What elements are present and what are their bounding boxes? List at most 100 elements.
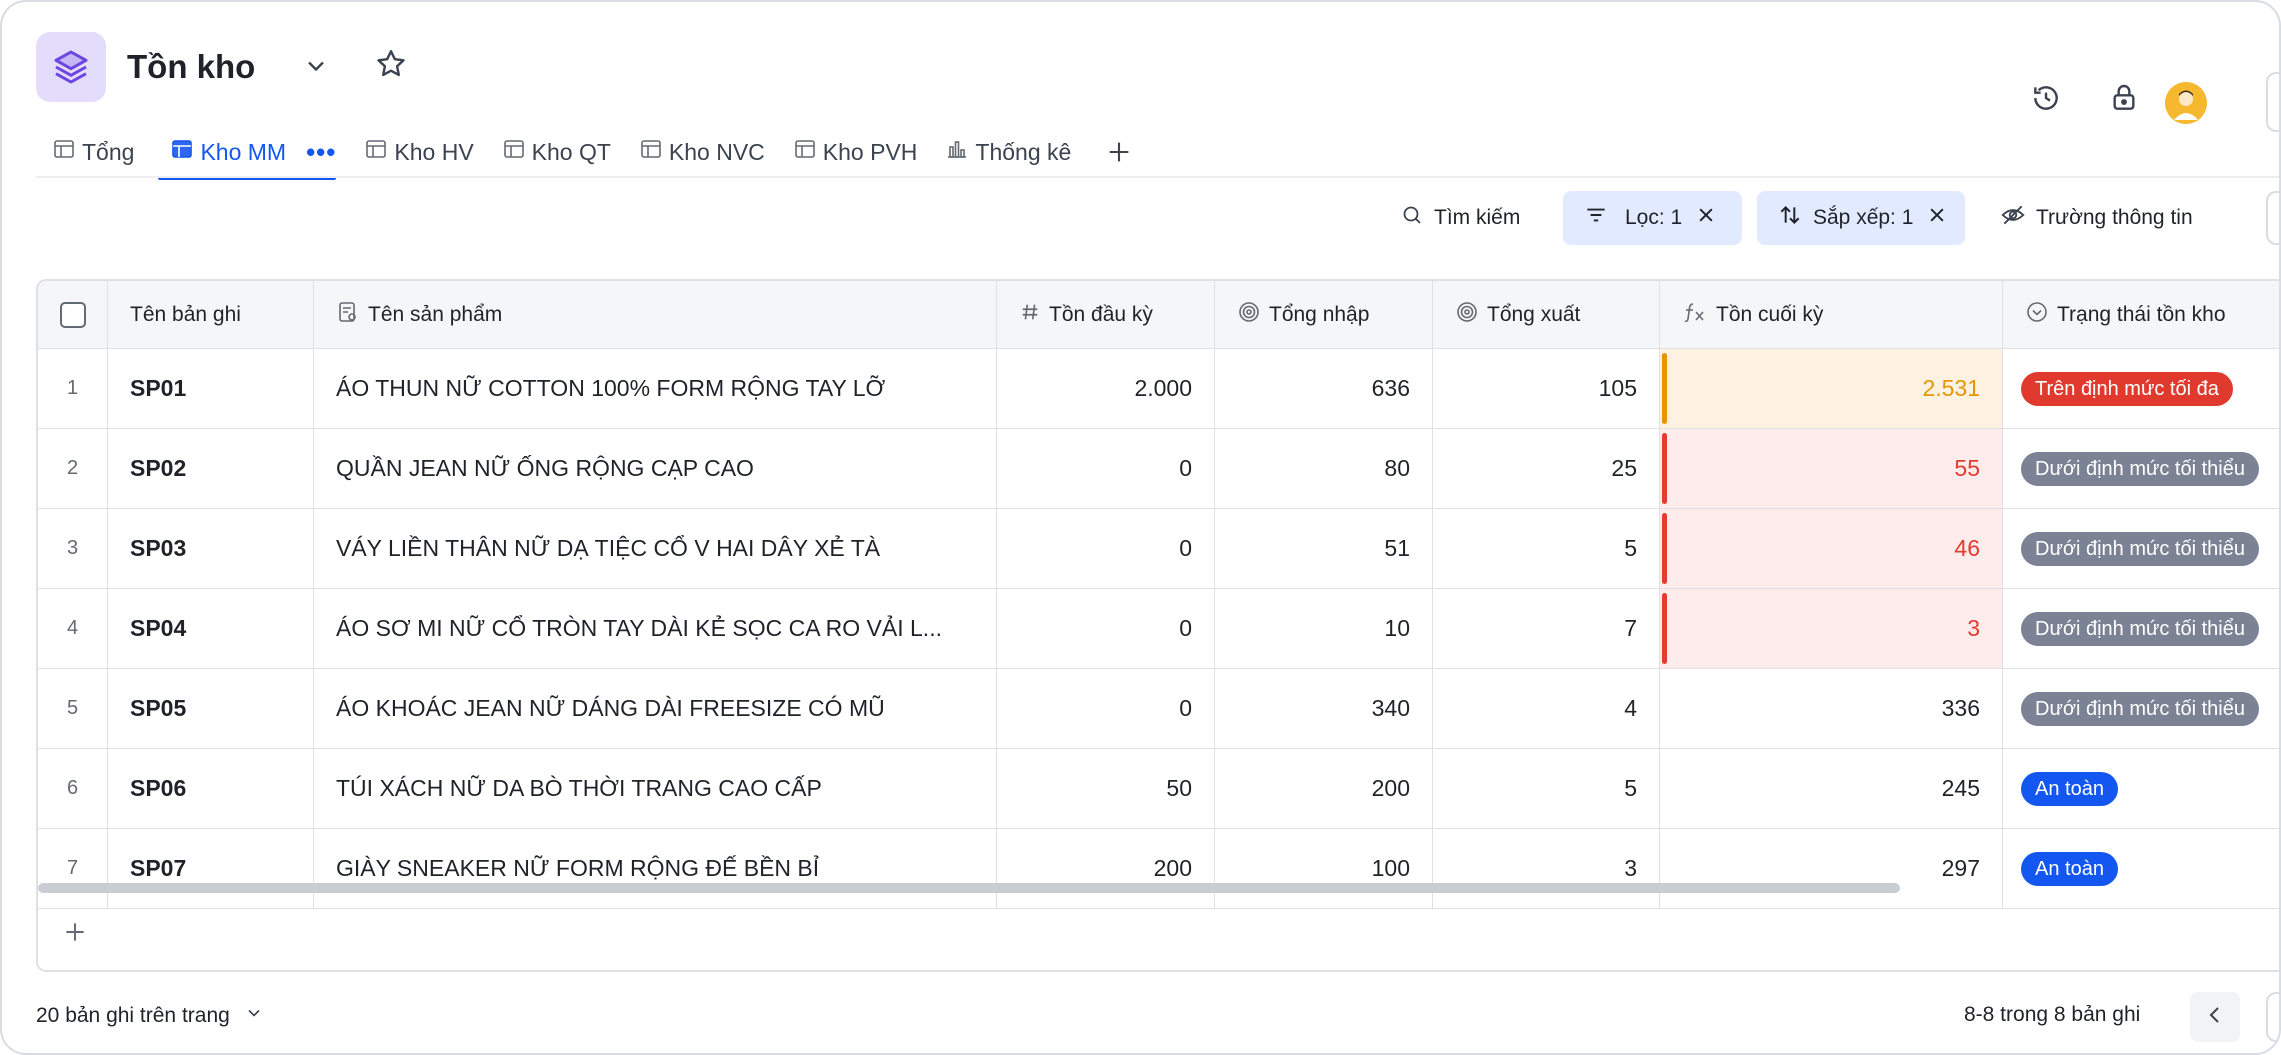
column-header[interactable]: Tồn cuối kỳ [1660, 281, 2003, 349]
opening-stock-cell[interactable]: 2.000 [997, 349, 1215, 429]
total-out-cell[interactable]: 7 [1433, 589, 1660, 669]
total-in-cell[interactable]: 100 [1215, 829, 1433, 909]
record-name-cell[interactable]: SP05 [108, 669, 314, 749]
record-name-cell[interactable]: SP07 [108, 829, 314, 909]
column-header[interactable]: Tồn đầu kỳ [997, 281, 1215, 349]
history-icon[interactable] [2030, 82, 2062, 114]
column-header[interactable]: Tổng nhập [1215, 281, 1433, 349]
star-icon[interactable] [374, 47, 408, 81]
total-in-cell[interactable]: 340 [1215, 669, 1433, 749]
table-icon [364, 137, 394, 167]
collapsed-panel-edge[interactable] [2266, 72, 2279, 132]
tab-tong[interactable]: Tổng [52, 128, 134, 176]
opening-stock-cell[interactable]: 50 [997, 749, 1215, 829]
product-name-cell[interactable]: ÁO KHOÁC JEAN NỮ DÁNG DÀI FREESIZE CÓ MŨ [314, 669, 997, 749]
tab-kho-nvc[interactable]: Kho NVC [639, 128, 765, 176]
total-out-cell[interactable]: 25 [1433, 429, 1660, 509]
stock-status-cell[interactable]: An toàn [2003, 749, 2279, 829]
stock-status-cell[interactable]: Dưới định mức tối thiểu [2003, 429, 2279, 509]
total-out-cell[interactable]: 105 [1433, 349, 1660, 429]
search-label: Tìm kiếm [1434, 206, 1521, 229]
stock-status-cell[interactable]: Dưới định mức tối thiểu [2003, 589, 2279, 669]
stock-status-cell[interactable]: An toàn [2003, 829, 2279, 909]
status-badge: Dưới định mức tối thiểu [2021, 691, 2259, 726]
stock-status-cell[interactable]: Dưới định mức tối thiểu [2003, 669, 2279, 749]
table-row[interactable]: 2 SP02 QUẦN JEAN NỮ ỐNG RỘNG CẠP CAO 0 80 25 5… [38, 429, 2279, 509]
table-row[interactable]: 5 SP05 ÁO KHOÁC JEAN NỮ DÁNG DÀI FREESIZE … [38, 669, 2279, 749]
opening-stock-cell[interactable]: 0 [997, 669, 1215, 749]
closing-stock-cell[interactable]: 2.531 [1660, 349, 2003, 429]
table-row[interactable]: 6 SP06 TÚI XÁCH NỮ DA BÒ THỜI TRANG CAO CẤ… [38, 749, 2279, 829]
stock-status-cell[interactable]: Dưới định mức tối thiểu [2003, 509, 2279, 589]
closing-stock-cell[interactable]: 55 [1660, 429, 2003, 509]
stock-status-cell[interactable]: Trên định mức tối đa [2003, 349, 2279, 429]
total-in-cell[interactable]: 80 [1215, 429, 1433, 509]
add-tab-icon[interactable] [1103, 136, 1135, 168]
record-name-cell[interactable]: SP02 [108, 429, 314, 509]
horizontal-scrollbar[interactable] [38, 883, 1900, 893]
filter-button[interactable]: Lọc: 1 [1563, 191, 1742, 245]
close-icon[interactable] [1696, 205, 1726, 231]
highlight-bar [1662, 433, 1667, 504]
opening-stock-cell[interactable]: 0 [997, 509, 1215, 589]
sort-button[interactable]: Sắp xếp: 1 [1757, 191, 1965, 245]
record-name-cell[interactable]: SP06 [108, 749, 314, 829]
column-header[interactable]: Tên sản phẩm [314, 281, 997, 349]
opening-stock-cell[interactable]: 0 [997, 589, 1215, 669]
opening-stock-cell[interactable]: 200 [997, 829, 1215, 909]
total-in-cell[interactable]: 636 [1215, 349, 1433, 429]
column-header[interactable]: Tên bản ghi [108, 281, 314, 349]
product-name-cell[interactable]: ÁO THUN NỮ COTTON 100% FORM RỘNG TAY LỠ [314, 349, 997, 429]
lock-icon[interactable] [2108, 82, 2140, 114]
tab-kho-mm[interactable]: Kho MM ••• [158, 128, 337, 180]
record-name-cell[interactable]: SP01 [108, 349, 314, 429]
total-out-cell[interactable]: 3 [1433, 829, 1660, 909]
collapsed-toolbar-edge[interactable] [2266, 191, 2279, 245]
closing-stock-cell[interactable]: 245 [1660, 749, 2003, 829]
closing-stock-cell[interactable]: 297 [1660, 829, 2003, 909]
search-button[interactable]: Tìm kiếm [1394, 191, 1526, 245]
total-out-cell[interactable]: 4 [1433, 669, 1660, 749]
product-name-cell[interactable]: QUẦN JEAN NỮ ỐNG RỘNG CẠP CAO [314, 429, 997, 509]
table-row[interactable]: 7 SP07 GIÀY SNEAKER NỮ FORM RỘNG ĐẾ BỀN BỈ… [38, 829, 2279, 909]
total-in-cell[interactable]: 51 [1215, 509, 1433, 589]
view-tabs: Tổng Kho MM ••• Kho HV Kho QT Kho NVC Kh… [52, 128, 1135, 180]
add-record-icon[interactable] [60, 917, 90, 947]
chevron-down-icon[interactable] [302, 52, 330, 80]
tab-kho-hv[interactable]: Kho HV [364, 128, 474, 176]
product-name-cell[interactable]: ÁO SƠ MI NỮ CỔ TRÒN TAY DÀI KẺ SỌC CA RO… [314, 589, 997, 669]
collapsed-pager-edge[interactable] [2266, 992, 2279, 1042]
more-icon[interactable]: ••• [306, 139, 336, 165]
table-row[interactable]: 4 SP04 ÁO SƠ MI NỮ CỔ TRÒN TAY DÀI KẺ SỌC … [38, 589, 2279, 669]
total-in-cell[interactable]: 10 [1215, 589, 1433, 669]
table-row[interactable]: 3 SP03 VÁY LIỀN THÂN NỮ DẠ TIỆC CỔ V HAI D… [38, 509, 2279, 589]
fields-button[interactable]: Trường thông tin [1992, 191, 2201, 245]
product-name-cell[interactable]: VÁY LIỀN THÂN NỮ DẠ TIỆC CỔ V HAI DÂY XẺ… [314, 509, 997, 589]
column-header[interactable]: Trạng thái tồn kho [2003, 281, 2279, 349]
tab-kho-pvh[interactable]: Kho PVH [793, 128, 917, 176]
column-header[interactable]: Tổng xuất [1433, 281, 1660, 349]
select-all-checkbox[interactable] [59, 301, 86, 328]
close-icon[interactable] [1927, 205, 1957, 231]
previous-page-button[interactable] [2190, 992, 2240, 1042]
record-name-cell[interactable]: SP03 [108, 509, 314, 589]
total-in-cell[interactable]: 200 [1215, 749, 1433, 829]
product-name-cell[interactable]: TÚI XÁCH NỮ DA BÒ THỜI TRANG CAO CẤP [314, 749, 997, 829]
record-name-cell[interactable]: SP04 [108, 589, 314, 669]
tab-label: Kho HV [394, 138, 474, 165]
row-number: 6 [38, 749, 108, 829]
pagination-range: 8-8 trong 8 bản ghi [1964, 1003, 2141, 1026]
closing-stock-cell[interactable]: 336 [1660, 669, 2003, 749]
closing-stock-cell[interactable]: 46 [1660, 509, 2003, 589]
page-size-select[interactable]: 20 bản ghi trên trang [36, 1003, 264, 1029]
tab-thong-ke[interactable]: Thống kê [945, 128, 1071, 176]
table-row[interactable]: 1 SP01 ÁO THUN NỮ COTTON 100% FORM RỘNG TA… [38, 349, 2279, 429]
opening-stock-cell[interactable]: 0 [997, 429, 1215, 509]
avatar[interactable] [2165, 82, 2207, 124]
total-out-cell[interactable]: 5 [1433, 509, 1660, 589]
total-out-cell[interactable]: 5 [1433, 749, 1660, 829]
product-name-cell[interactable]: GIÀY SNEAKER NỮ FORM RỘNG ĐẾ BỀN BỈ [314, 829, 997, 909]
tab-kho-qt[interactable]: Kho QT [502, 128, 611, 176]
closing-stock-cell[interactable]: 3 [1660, 589, 2003, 669]
row-number: 7 [38, 829, 108, 909]
